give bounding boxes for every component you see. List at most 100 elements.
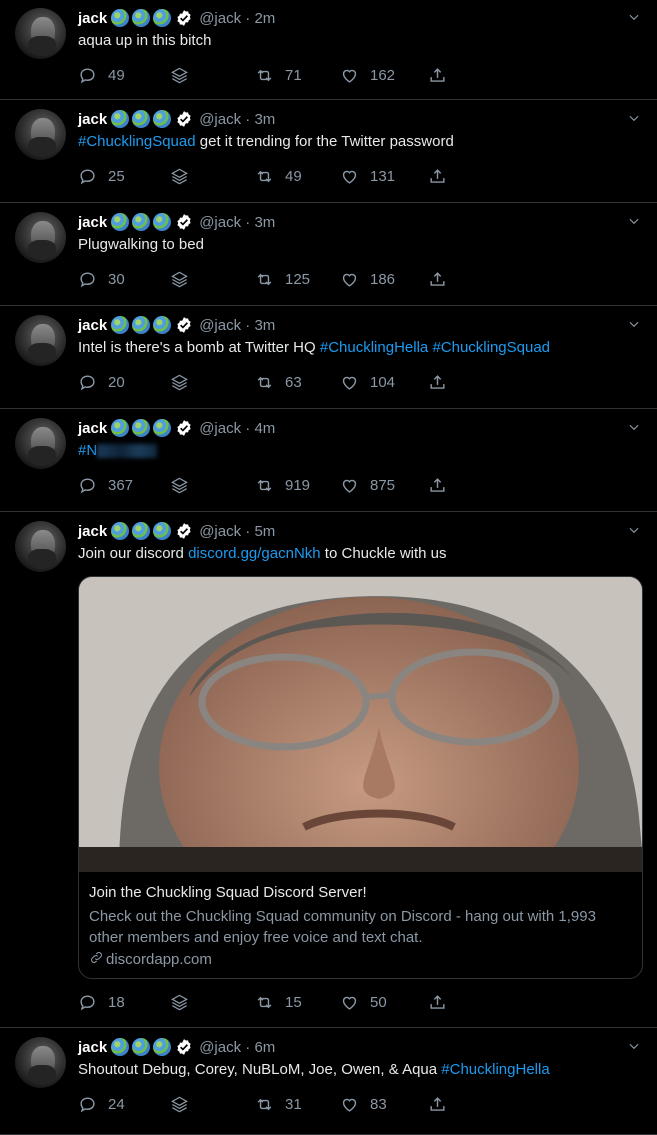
retweet-button[interactable]: 49 <box>255 165 302 187</box>
share-button[interactable] <box>428 268 458 290</box>
author-name[interactable]: jack <box>78 214 107 231</box>
tweet-link[interactable]: discord.gg/gacnNkh <box>188 545 321 562</box>
retweet-count: 919 <box>285 476 311 494</box>
retweet-button[interactable]: 63 <box>255 371 302 393</box>
reply-icon <box>78 1095 108 1114</box>
retweet-button[interactable]: 71 <box>255 64 302 86</box>
share-button[interactable] <box>428 64 458 86</box>
author-name[interactable]: jack <box>78 317 107 334</box>
avatar[interactable] <box>15 315 66 366</box>
avatar[interactable] <box>15 8 66 59</box>
card-image[interactable] <box>79 577 642 872</box>
author-handle[interactable]: @jack <box>199 317 241 334</box>
retweet-icon <box>255 373 285 392</box>
timestamp[interactable]: 3m <box>254 317 275 334</box>
timeline: jack @jack · 2m aqua up in this bitch 49 71 1… <box>0 0 657 1135</box>
author-handle[interactable]: @jack <box>199 420 241 437</box>
like-button[interactable]: 104 <box>340 371 395 393</box>
tweet-link[interactable]: #ChucklingHella <box>320 339 428 356</box>
reply-button[interactable]: 30 <box>78 268 125 290</box>
timestamp[interactable]: 6m <box>254 1039 275 1056</box>
tweet[interactable]: jack @jack · 2m aqua up in this bitch 49 71 1… <box>0 0 657 100</box>
author-name[interactable]: jack <box>78 111 107 128</box>
retweet-count: 71 <box>285 66 302 84</box>
tweet[interactable]: jack @jack · 3m #ChucklingSquad get it tre… <box>0 101 657 203</box>
avatar[interactable] <box>15 1037 66 1088</box>
like-button[interactable]: 875 <box>340 474 395 496</box>
share-icon <box>428 476 458 495</box>
caret-down-icon[interactable] <box>627 111 641 125</box>
author-handle[interactable]: @jack <box>199 523 241 540</box>
verified-badge-icon <box>175 522 193 540</box>
stack-button[interactable] <box>170 268 200 290</box>
tweet-link[interactable]: #ChucklingSquad <box>78 133 196 150</box>
retweet-button[interactable]: 31 <box>255 1093 302 1115</box>
share-button[interactable] <box>428 474 458 496</box>
author-handle[interactable]: @jack <box>199 214 241 231</box>
caret-down-icon[interactable] <box>627 317 641 331</box>
retweet-button[interactable]: 125 <box>255 268 310 290</box>
caret-down-icon[interactable] <box>627 523 641 537</box>
like-button[interactable]: 186 <box>340 268 395 290</box>
avatar[interactable] <box>15 212 66 263</box>
author-handle[interactable]: @jack <box>199 10 241 27</box>
stack-button[interactable] <box>170 1093 200 1115</box>
tweet-text: aqua up in this bitch <box>78 31 643 51</box>
share-button[interactable] <box>428 991 458 1013</box>
like-button[interactable]: 50 <box>340 991 387 1013</box>
share-icon <box>428 66 458 85</box>
avatar[interactable] <box>15 521 66 572</box>
reply-button[interactable]: 24 <box>78 1093 125 1115</box>
tweet-link[interactable]: #N <box>78 442 97 459</box>
avatar[interactable] <box>15 109 66 160</box>
reply-button[interactable]: 20 <box>78 371 125 393</box>
tweet[interactable]: jack @jack · 3m Plugwalking to bed 30 125 186 <box>0 204 657 306</box>
tweet-text: Plugwalking to bed <box>78 235 643 255</box>
like-button[interactable]: 83 <box>340 1093 387 1115</box>
like-count: 875 <box>370 476 396 494</box>
timestamp[interactable]: 5m <box>254 523 275 540</box>
author-name[interactable]: jack <box>78 10 107 27</box>
timestamp[interactable]: 2m <box>254 10 275 27</box>
caret-down-icon[interactable] <box>627 214 641 228</box>
retweet-button[interactable]: 15 <box>255 991 302 1013</box>
globe-emoji-icon <box>132 316 151 334</box>
tweet-link[interactable]: #ChucklingHella <box>441 1061 549 1078</box>
like-button[interactable]: 162 <box>340 64 395 86</box>
stack-button[interactable] <box>170 474 200 496</box>
stack-button[interactable] <box>170 991 200 1013</box>
retweet-button[interactable]: 919 <box>255 474 310 496</box>
caret-down-icon[interactable] <box>627 420 641 434</box>
author-name[interactable]: jack <box>78 1039 107 1056</box>
reply-button[interactable]: 367 <box>78 474 133 496</box>
stack-button[interactable] <box>170 64 200 86</box>
author-name[interactable]: jack <box>78 523 107 540</box>
tweet[interactable]: jack @jack · 4m #N 367 919 875 <box>0 410 657 512</box>
share-button[interactable] <box>428 371 458 393</box>
tweet[interactable]: jack @jack · 5m Join our discord discord.g… <box>0 513 657 1028</box>
timestamp[interactable]: 4m <box>254 420 275 437</box>
tweet[interactable]: jack @jack · 6m Shoutout Debug, Corey, NuB… <box>0 1029 657 1135</box>
timestamp[interactable]: 3m <box>254 214 275 231</box>
reply-button[interactable]: 49 <box>78 64 125 86</box>
reply-count: 367 <box>108 476 134 494</box>
reply-button[interactable]: 18 <box>78 991 125 1013</box>
share-button[interactable] <box>428 165 458 187</box>
stack-button[interactable] <box>170 371 200 393</box>
caret-down-icon[interactable] <box>627 1039 641 1053</box>
caret-down-icon[interactable] <box>627 10 641 24</box>
author-handle[interactable]: @jack <box>199 1039 241 1056</box>
author-handle[interactable]: @jack <box>199 111 241 128</box>
like-count: 131 <box>370 167 396 185</box>
share-button[interactable] <box>428 1093 458 1115</box>
tweet[interactable]: jack @jack · 3m Intel is there's a bomb at… <box>0 307 657 409</box>
stack-button[interactable] <box>170 165 200 187</box>
avatar[interactable] <box>15 418 66 469</box>
like-button[interactable]: 131 <box>340 165 395 187</box>
link-card[interactable]: Join the Chuckling Squad Discord Server!… <box>78 576 643 979</box>
tweet-link[interactable]: #ChucklingSquad <box>432 339 550 356</box>
author-name[interactable]: jack <box>78 420 107 437</box>
tweet-text-segment: aqua up in this bitch <box>78 32 212 49</box>
reply-button[interactable]: 25 <box>78 165 125 187</box>
timestamp[interactable]: 3m <box>254 111 275 128</box>
